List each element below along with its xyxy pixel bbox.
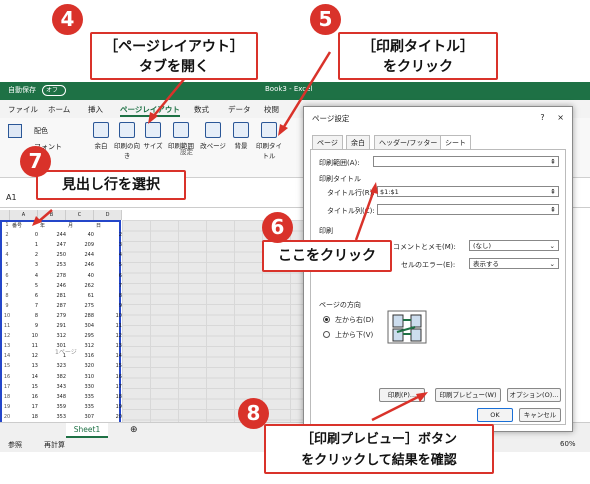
callout-click-here: ここをクリック: [262, 240, 392, 272]
callout-print-preview: ［印刷プレビュー］ボタン をクリックして結果を確認: [264, 424, 494, 474]
step-badge-4: 4: [52, 4, 83, 35]
arrow-to-preview-button: [371, 394, 421, 422]
callout-select-header: 見出し行を選択: [36, 170, 186, 200]
arrow-head-icon: [32, 216, 42, 226]
arrow-to-title-rows: [354, 189, 376, 241]
callout-print-titles: ［印刷タイトル］ をクリック: [338, 32, 498, 80]
arrow-head-icon: [278, 124, 288, 136]
step-badge-8: 8: [238, 398, 269, 429]
arrow-head-icon: [416, 392, 428, 402]
callout-page-layout: ［ページレイアウト］ タブを開く: [90, 32, 258, 80]
arrow-to-page-layout-tab: [151, 77, 186, 119]
step-badge-7: 7: [20, 146, 51, 177]
arrow-to-print-titles: [280, 51, 332, 131]
step-badge-6: 6: [262, 212, 293, 243]
arrow-head-icon: [370, 182, 378, 194]
step-badge-5: 5: [310, 4, 341, 35]
